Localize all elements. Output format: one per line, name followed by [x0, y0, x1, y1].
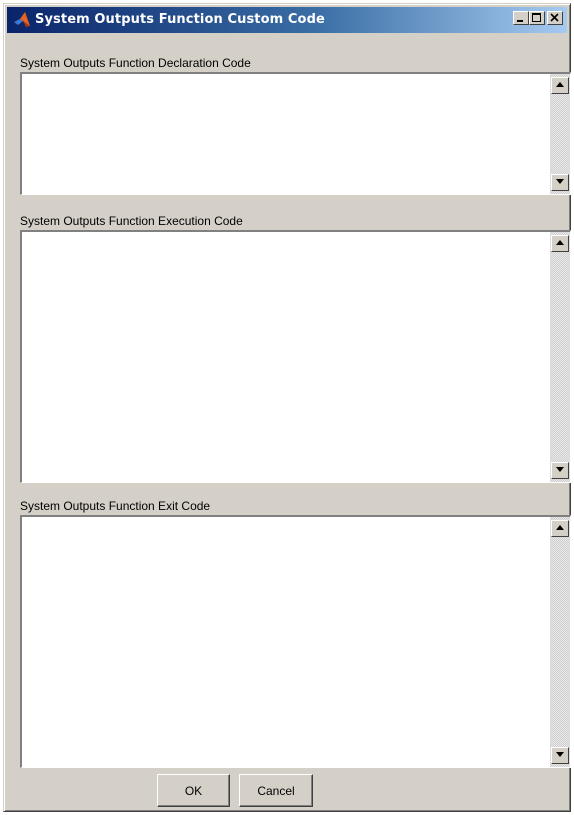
title-bar[interactable]: System Outputs Function Custom Code — [7, 7, 567, 33]
close-button[interactable] — [547, 11, 563, 25]
window-controls — [513, 11, 563, 25]
scroll-down-button[interactable] — [551, 174, 569, 191]
declaration-code-label: System Outputs Function Declaration Code — [20, 56, 251, 70]
scroll-up-button[interactable] — [551, 235, 569, 252]
arrow-down-icon — [556, 467, 564, 472]
dialog-window: System Outputs Function Custom Code Syst… — [3, 3, 571, 812]
arrow-up-icon — [556, 82, 564, 87]
arrow-down-icon — [556, 179, 564, 184]
execution-code-input[interactable] — [22, 232, 550, 482]
declaration-code-input[interactable] — [22, 74, 550, 194]
maximize-button[interactable] — [529, 11, 545, 25]
arrow-down-icon — [556, 752, 564, 757]
declaration-code-box — [20, 72, 571, 195]
execution-scrollbar[interactable] — [550, 232, 570, 482]
scroll-down-button[interactable] — [551, 462, 569, 479]
arrow-up-icon — [556, 240, 564, 245]
execution-code-box — [20, 230, 571, 483]
matlab-logo-icon — [13, 11, 31, 29]
exit-code-box — [20, 515, 571, 768]
cancel-button[interactable]: Cancel — [239, 774, 313, 807]
exit-code-input[interactable] — [22, 517, 550, 767]
window-title: System Outputs Function Custom Code — [35, 12, 325, 27]
ok-button[interactable]: OK — [157, 774, 230, 807]
arrow-up-icon — [556, 525, 564, 530]
minimize-button[interactable] — [513, 11, 529, 25]
declaration-scrollbar[interactable] — [550, 74, 570, 194]
execution-code-label: System Outputs Function Execution Code — [20, 214, 243, 228]
scroll-up-button[interactable] — [551, 77, 569, 94]
exit-scrollbar[interactable] — [550, 517, 570, 767]
exit-code-label: System Outputs Function Exit Code — [20, 499, 211, 513]
scroll-down-button[interactable] — [551, 747, 569, 764]
scroll-up-button[interactable] — [551, 520, 569, 537]
